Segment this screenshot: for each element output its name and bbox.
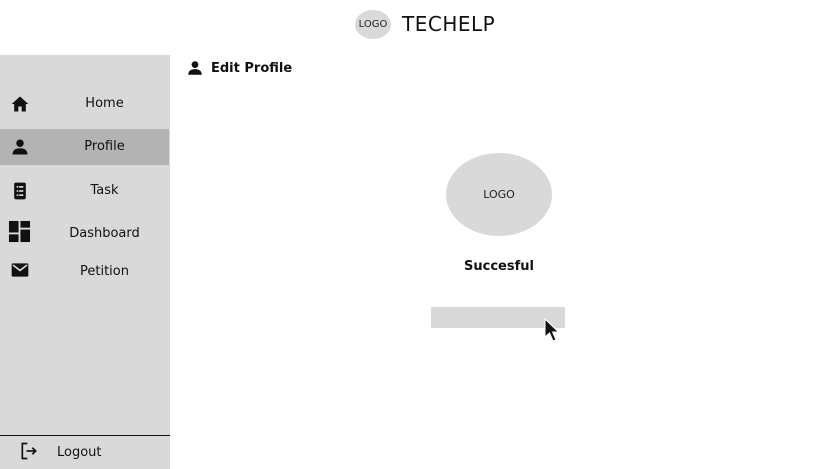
task-list-icon [10, 181, 30, 201]
sidebar-item-label: Profile [84, 139, 125, 154]
top-header: LOGO TECHELP [0, 0, 834, 55]
sidebar-item-label: Home [85, 96, 124, 111]
home-icon [10, 94, 30, 114]
sidebar: Home Profile Task Dashboard Petition Log… [0, 55, 170, 469]
profile-avatar: LOGO [446, 153, 552, 236]
person-icon [10, 137, 30, 157]
logout-icon [19, 441, 39, 461]
status-message: Succesful [464, 259, 534, 274]
page-title-text: Edit Profile [211, 60, 293, 76]
sidebar-item-label: Petition [80, 264, 129, 279]
sidebar-item-label: Task [90, 183, 119, 198]
sidebar-item-profile[interactable]: Profile [0, 129, 169, 165]
logout-button[interactable]: Logout [0, 436, 170, 469]
header-logo: LOGO [355, 10, 391, 39]
sidebar-item-dashboard[interactable]: Dashboard [0, 216, 169, 252]
sidebar-item-task[interactable]: Task [0, 173, 169, 209]
mouse-pointer-icon [544, 318, 560, 344]
app-title: TECHELP [402, 12, 496, 36]
dashboard-icon [8, 220, 31, 243]
page-title: Edit Profile [186, 58, 292, 78]
sidebar-item-petition[interactable]: Petition [0, 254, 169, 290]
sidebar-item-home[interactable]: Home [0, 86, 169, 122]
mail-icon [10, 260, 30, 280]
logout-label: Logout [57, 445, 102, 460]
sidebar-item-label: Dashboard [69, 226, 140, 241]
person-icon [186, 59, 204, 77]
app-window: LOGO TECHELP Home Profile Task Dashboard… [0, 0, 834, 469]
